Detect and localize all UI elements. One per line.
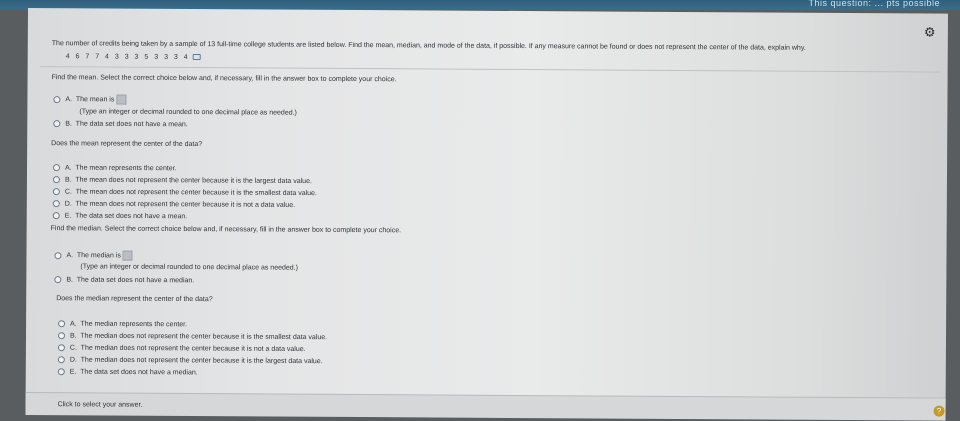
radio-mean-center-d[interactable] bbox=[52, 200, 60, 208]
median-instruction: Find the median. Select the correct choi… bbox=[50, 225, 402, 235]
radio-median-center-c[interactable] bbox=[57, 344, 65, 352]
radio-mean-center-b[interactable] bbox=[52, 176, 60, 184]
mean-hint: (Type an integer or decimal rounded to o… bbox=[79, 108, 297, 117]
mean-instruction: Find the mean. Select the correct choice… bbox=[51, 74, 397, 84]
median-center-option-d[interactable]: D. The median does not represent the cen… bbox=[57, 356, 323, 365]
radio-mean-center-a[interactable] bbox=[53, 164, 61, 172]
data-values: 4 6 7 7 4 3 3 3 5 3 3 3 4 bbox=[66, 53, 201, 61]
radio-median-a[interactable] bbox=[54, 251, 62, 259]
radio-median-center-e[interactable] bbox=[57, 368, 65, 376]
radio-mean-a[interactable] bbox=[53, 95, 61, 103]
mean-center-option-e[interactable]: E. The data set does not have a mean. bbox=[52, 212, 188, 220]
mean-choice-b[interactable]: B. The data set does not have a mean. bbox=[53, 120, 188, 128]
median-answer-box[interactable] bbox=[122, 250, 133, 261]
status-bar: Click to select your answer. bbox=[25, 391, 946, 421]
points-indicator: This question: ... pts possible bbox=[808, 0, 940, 8]
median-center-question: Does the median represent the center of … bbox=[56, 295, 213, 304]
status-text: Click to select your answer. bbox=[57, 401, 143, 409]
mean-center-option-a[interactable]: A. The mean represents the center. bbox=[53, 164, 177, 172]
mean-choice-a[interactable]: A. The mean is bbox=[53, 94, 127, 105]
radio-median-center-a[interactable] bbox=[58, 320, 66, 328]
radio-median-b[interactable] bbox=[54, 276, 62, 284]
median-hint: (Type an integer or decimal rounded to o… bbox=[80, 263, 298, 272]
gear-icon[interactable]: ⚙ bbox=[924, 24, 936, 39]
radio-median-center-d[interactable] bbox=[57, 356, 65, 364]
copy-data-icon[interactable] bbox=[192, 54, 201, 61]
mean-center-question: Does the mean represent the center of th… bbox=[51, 140, 203, 149]
divider bbox=[39, 66, 940, 73]
radio-mean-center-c[interactable] bbox=[52, 188, 60, 196]
median-center-option-e[interactable]: E. The data set does not have a median. bbox=[57, 368, 198, 376]
mean-center-option-b[interactable]: B. The mean does not represent the cente… bbox=[52, 176, 312, 185]
radio-mean-center-e[interactable] bbox=[52, 212, 60, 220]
median-choice-a[interactable]: A. The median is bbox=[54, 250, 133, 261]
radio-median-center-b[interactable] bbox=[57, 332, 66, 340]
mean-center-option-d[interactable]: D. The mean does not represent the cente… bbox=[52, 200, 295, 209]
mean-center-option-c[interactable]: C. The mean does not represent the cente… bbox=[52, 188, 317, 197]
question-panel: ⚙ The number of credits being taken by a… bbox=[25, 8, 948, 421]
question-prompt: The number of credits being taken by a s… bbox=[51, 40, 806, 52]
median-center-option-b[interactable]: B. The median does not represent the cen… bbox=[57, 332, 327, 341]
median-center-option-c[interactable]: C. The median does not represent the cen… bbox=[57, 344, 306, 353]
radio-mean-b[interactable] bbox=[53, 120, 61, 128]
help-icon[interactable]: ? bbox=[933, 405, 945, 417]
mean-answer-box[interactable] bbox=[116, 94, 127, 105]
median-choice-b[interactable]: B. The data set does not have a median. bbox=[54, 276, 194, 284]
median-center-option-a[interactable]: A. The median represents the center. bbox=[58, 320, 187, 328]
